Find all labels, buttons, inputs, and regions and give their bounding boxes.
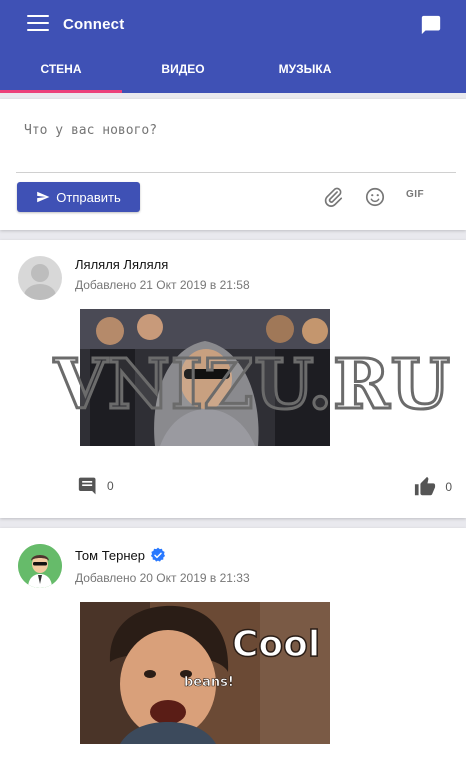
post-date: Добавлено 20 Окт 2019 в 21:33 xyxy=(75,571,250,585)
tab-wall-label: СТЕНА xyxy=(40,62,82,76)
post-card: Том Тернер Добавлено 20 Окт 2019 в 21:33… xyxy=(0,528,466,767)
tab-music[interactable]: МУЗЫКА xyxy=(244,55,366,93)
composer-divider xyxy=(16,172,456,173)
gif-caption-big: Cool xyxy=(231,623,321,666)
thumbs-up-icon xyxy=(415,476,436,496)
post-date: Добавлено 21 Окт 2019 в 21:58 xyxy=(75,278,250,292)
post-image[interactable] xyxy=(80,309,330,446)
app-title: Connect xyxy=(63,16,125,33)
author-name: Том Тернер xyxy=(75,547,146,563)
man-avatar-icon xyxy=(18,544,62,588)
like-count: 0 xyxy=(445,480,452,494)
gif-button[interactable]: GIF xyxy=(406,189,436,211)
post-card: Ляляля Ляляля Добавлено 21 Окт 2019 в 21… xyxy=(0,240,466,518)
post-actions: 0 0 xyxy=(0,476,466,500)
post-image[interactable]: Cool beans! xyxy=(80,602,330,744)
send-icon xyxy=(37,191,50,203)
send-button[interactable]: Отправить xyxy=(17,182,140,212)
emoji-icon[interactable] xyxy=(364,186,386,208)
verified-badge-icon xyxy=(150,547,166,562)
chat-icon[interactable] xyxy=(420,14,442,36)
new-post-input[interactable] xyxy=(24,123,424,138)
tab-bar: СТЕНА ВИДЕО МУЗЫКА xyxy=(0,55,466,93)
comment-count: 0 xyxy=(107,479,114,493)
avatar[interactable] xyxy=(18,256,62,300)
comment-button[interactable]: 0 xyxy=(77,476,114,496)
post-author[interactable]: Том Тернер xyxy=(75,547,166,563)
like-button[interactable]: 0 xyxy=(413,476,452,498)
avatar[interactable] xyxy=(18,544,62,588)
tab-music-label: МУЗЫКА xyxy=(278,62,332,76)
tab-wall[interactable]: СТЕНА xyxy=(0,55,122,93)
tab-video-label: ВИДЕО xyxy=(161,62,205,76)
active-tab-indicator xyxy=(0,90,122,93)
post-author[interactable]: Ляляля Ляляля xyxy=(75,257,168,272)
gif-image xyxy=(80,309,330,446)
default-avatar-icon xyxy=(24,264,56,300)
menu-icon[interactable] xyxy=(27,15,49,33)
app-bar: Connect СТЕНА ВИДЕО МУЗЫКА xyxy=(0,0,466,93)
post-composer: Отправить GIF xyxy=(0,99,466,230)
send-button-label: Отправить xyxy=(56,189,121,205)
tab-video[interactable]: ВИДЕО xyxy=(122,55,244,93)
attach-icon[interactable] xyxy=(322,186,344,208)
gif-caption-small: beans! xyxy=(184,675,234,691)
comment-icon xyxy=(78,477,96,495)
author-name: Ляляля Ляляля xyxy=(75,257,169,272)
